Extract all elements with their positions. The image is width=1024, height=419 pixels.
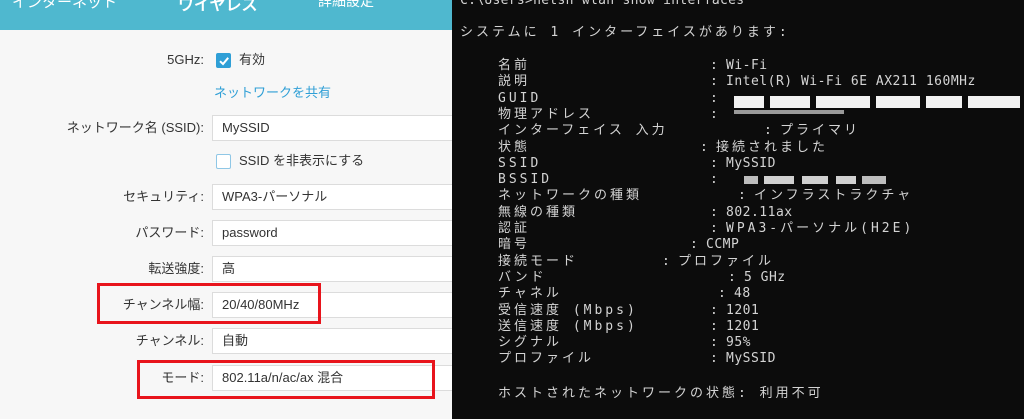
interface-field-separator: :	[710, 58, 719, 73]
interface-field-key: 無線の種類	[498, 204, 579, 220]
interface-field-separator: :	[710, 74, 719, 90]
interface-field-key: 暗号	[498, 237, 531, 253]
interface-field-separator: :	[710, 172, 719, 188]
interface-field-value: プライマリ	[780, 123, 861, 139]
band-5ghz-enable-text: 有効	[239, 52, 266, 67]
interface-field-value: 802.11ax	[726, 204, 793, 220]
interface-field-value: 1201	[726, 302, 760, 318]
highlight-mode	[137, 360, 435, 399]
hide-ssid-row: SSID を非表示にする	[0, 146, 452, 176]
interface-field-value: Intel(R) Wi-Fi 6E AX211 160MHz	[726, 74, 976, 90]
interface-field-value: 接続されました	[716, 139, 829, 155]
channel-row: チャンネル: 自動	[0, 326, 452, 356]
share-network-row: ネットワークを共有	[0, 78, 452, 108]
interface-field-separator: :	[710, 351, 719, 367]
router-nav-bar: インターネット ワイヤレス 詳細設定	[0, 0, 452, 30]
share-network-link[interactable]: ネットワークを共有	[214, 78, 331, 108]
highlight-channel-width	[97, 283, 321, 324]
interface-field-key: バンド	[498, 269, 547, 285]
interface-field-separator: :	[710, 335, 719, 351]
interface-field-separator: :	[710, 90, 719, 106]
redacted-guid	[734, 96, 1024, 108]
interface-field-key: BSSID	[498, 172, 553, 188]
redacted-mac	[734, 110, 854, 115]
security-row: セキュリティ: WPA3-パーソナル	[0, 182, 452, 212]
terminal-hosted-network: ホストされたネットワークの状態: 利用不可	[498, 386, 824, 401]
interface-field-key: プロファイル	[498, 351, 595, 367]
interface-field-value: 95%	[726, 335, 751, 351]
band-5ghz-checkbox[interactable]	[216, 53, 231, 68]
command-prompt-window[interactable]: C:\Users>netsh wlan show interfaces システム…	[452, 0, 1024, 419]
password-input[interactable]: password	[212, 220, 452, 246]
checkmark-icon	[219, 57, 229, 66]
interface-field-value: プロファイル	[678, 253, 775, 269]
ssid-input[interactable]: MySSID	[212, 115, 452, 141]
channel-select[interactable]: 自動	[212, 328, 452, 354]
password-label: パスワード:	[135, 225, 204, 240]
interface-field-key: 状態	[498, 139, 531, 155]
interface-field-separator: :	[738, 188, 747, 204]
tx-power-row: 転送強度: 高	[0, 254, 452, 284]
interface-field-value: MySSID	[726, 155, 776, 171]
interface-field-key: チャネル	[498, 286, 562, 302]
interface-field-separator: :	[764, 123, 773, 139]
hide-ssid-checkbox[interactable]	[216, 154, 231, 169]
interface-field-separator: :	[710, 318, 719, 334]
interface-field-separator: :	[710, 302, 719, 318]
interface-field-key: 名前	[498, 58, 531, 73]
interface-field-key: ネットワークの種類	[498, 188, 643, 204]
terminal-command: C:\Users>netsh wlan show interfaces	[460, 0, 745, 8]
interface-field-key: 送信速度 (Mbps)	[498, 318, 638, 334]
interface-field-key: シグナル	[498, 335, 563, 351]
tab-advanced[interactable]: 詳細設定	[318, 0, 374, 11]
interface-field-value: WPA3-パーソナル(H2E)	[726, 221, 915, 236]
tab-internet[interactable]: インターネット	[12, 0, 117, 12]
interface-field-key: 説明	[498, 74, 531, 90]
interface-field-value: CCMP	[706, 237, 740, 253]
interface-field-separator: :	[710, 155, 719, 171]
interface-field-key: 接続モード	[498, 253, 579, 269]
interface-field-key: SSID	[498, 155, 542, 171]
interface-field-separator: :	[710, 106, 719, 122]
interface-field-value: インフラストラクチャ	[754, 188, 914, 204]
channel-label: チャンネル:	[135, 333, 204, 348]
interface-field-key: インターフェイス 入力	[498, 123, 668, 139]
terminal-summary: システムに 1 インターフェイスがあります:	[460, 25, 790, 40]
interface-field-value: 48	[734, 286, 751, 302]
interface-field-separator: :	[700, 139, 709, 155]
tx-power-label: 転送強度:	[148, 261, 204, 276]
interface-field-separator: :	[710, 204, 719, 220]
band-5ghz-row: 5GHz: 有効	[0, 45, 452, 75]
interface-field-key: GUID	[498, 90, 542, 106]
password-row: パスワード: password	[0, 218, 452, 248]
interface-field-value: Wi-Fi	[726, 58, 768, 73]
interface-field-separator: :	[710, 221, 719, 236]
interface-field-key: 認証	[498, 221, 531, 236]
security-select[interactable]: WPA3-パーソナル	[212, 184, 452, 210]
interface-field-key: 物理アドレス	[498, 106, 595, 122]
interface-field-value: 1201	[726, 318, 760, 334]
hide-ssid-text: SSID を非表示にする	[239, 153, 365, 168]
interface-field-separator: :	[662, 253, 671, 269]
interface-field-value: 5 GHz	[744, 269, 786, 285]
interface-field-key: 受信速度 (Mbps)	[498, 302, 638, 318]
router-settings-panel: インターネット ワイヤレス 詳細設定 5GHz: 有効 ネットワークを共有 ネッ…	[0, 0, 452, 419]
interface-field-separator: :	[718, 286, 727, 302]
interface-field-value: MySSID	[726, 351, 776, 367]
tab-wireless[interactable]: ワイヤレス	[178, 0, 258, 15]
ssid-row: ネットワーク名 (SSID): MySSID	[0, 113, 452, 143]
security-label: セキュリティ:	[123, 189, 204, 204]
ssid-label: ネットワーク名 (SSID):	[66, 120, 204, 135]
band-5ghz-label: 5GHz:	[167, 52, 204, 67]
interface-field-separator: :	[728, 269, 737, 285]
redacted-bssid	[744, 176, 904, 186]
tx-power-select[interactable]: 高	[212, 256, 452, 282]
interface-field-separator: :	[690, 237, 699, 253]
